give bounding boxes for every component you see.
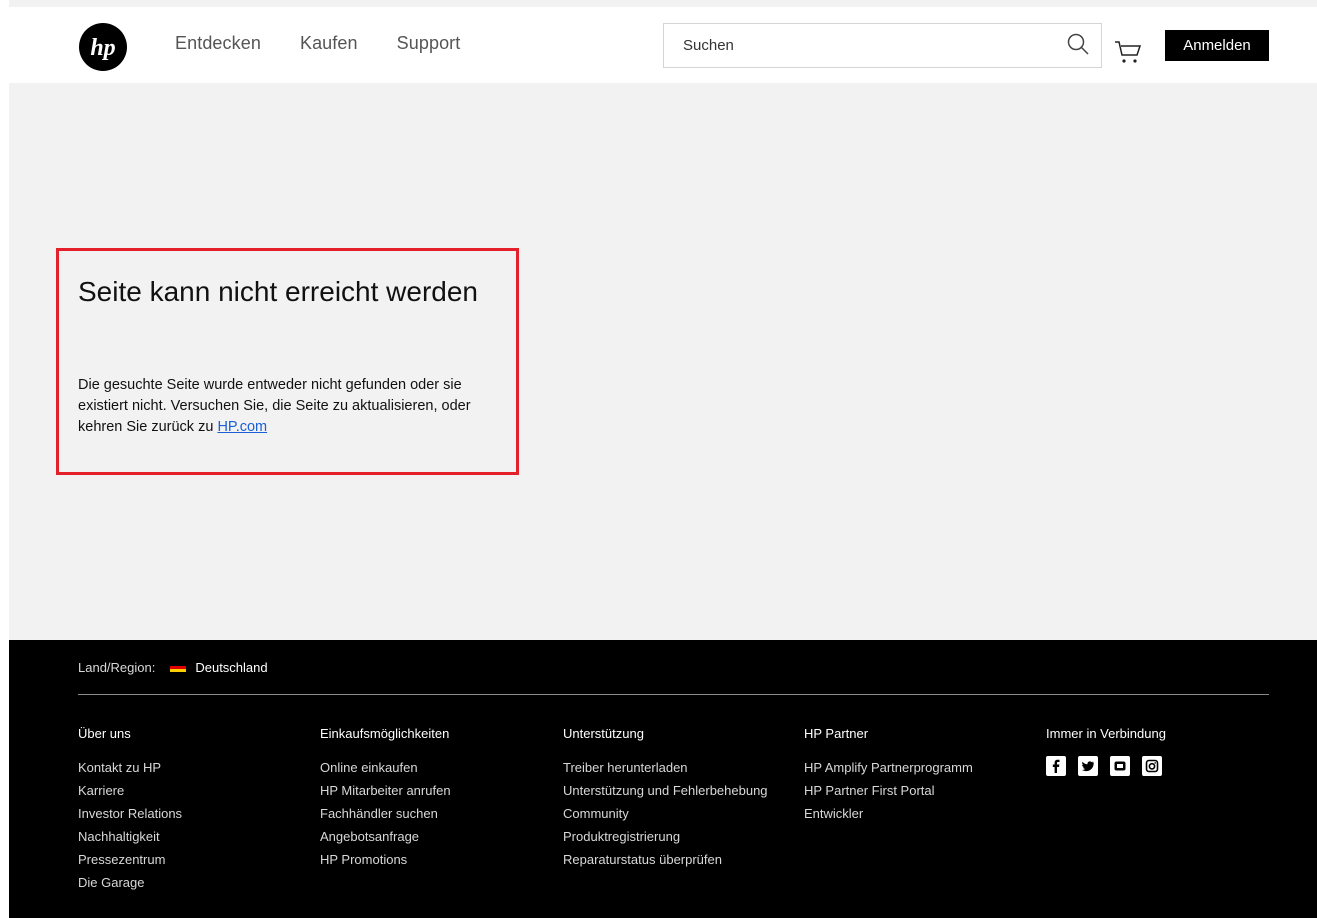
nav-kaufen[interactable]: Kaufen (300, 33, 358, 54)
error-message-box: Seite kann nicht erreicht werden Die ges… (56, 248, 519, 475)
footer-divider (78, 694, 1269, 695)
hp-logo[interactable]: hp (79, 23, 127, 71)
svg-text:hp: hp (90, 35, 115, 61)
footer-link[interactable]: HP Mitarbeiter anrufen (320, 779, 451, 802)
footer-link[interactable]: Reparaturstatus überprüfen (563, 848, 768, 871)
main-content: Seite kann nicht erreicht werden Die ges… (9, 83, 1317, 640)
error-text: Die gesuchte Seite wurde entweder nicht … (78, 377, 471, 435)
social-links (1046, 756, 1166, 776)
germany-flag-icon (170, 663, 187, 672)
footer-column-title: Über uns (78, 726, 131, 741)
footer-link[interactable]: HP Promotions (320, 848, 451, 871)
site-header: hp Entdecken Kaufen Support Anmelden (9, 7, 1317, 83)
footer-column-title: Einkaufsmöglichkeiten (320, 726, 450, 741)
main-nav: Entdecken Kaufen Support (175, 33, 460, 54)
nav-support[interactable]: Support (397, 33, 461, 54)
youtube-icon[interactable] (1110, 756, 1130, 776)
region-label: Land/Region: (78, 660, 156, 675)
footer-column-social: Immer in Verbindung (1046, 726, 1166, 776)
footer-column-partner: HP Partner HP Amplify Partnerprogramm HP… (804, 726, 973, 825)
footer-link[interactable]: Entwickler (804, 802, 973, 825)
footer-link[interactable]: Investor Relations (78, 802, 182, 825)
footer-link[interactable]: Unterstützung und Fehlerbehebung (563, 779, 768, 802)
footer-column-title: Unterstützung (563, 726, 644, 741)
footer-link[interactable]: Nachhaltigkeit (78, 825, 182, 848)
footer-column-support: Unterstützung Treiber herunterladen Unte… (563, 726, 768, 871)
signin-button[interactable]: Anmelden (1165, 30, 1269, 61)
footer-link[interactable]: Kontakt zu HP (78, 756, 182, 779)
footer-link[interactable]: HP Partner First Portal (804, 779, 973, 802)
footer-link[interactable]: Produktregistrierung (563, 825, 768, 848)
footer-link[interactable]: Fachhändler suchen (320, 802, 451, 825)
footer-link[interactable]: Karriere (78, 779, 182, 802)
footer-link[interactable]: Pressezentrum (78, 848, 182, 871)
footer-column-about: Über uns Kontakt zu HP Karriere Investor… (78, 726, 182, 894)
instagram-icon[interactable] (1142, 756, 1162, 776)
twitter-icon[interactable] (1078, 756, 1098, 776)
region-selector: Land/Region: Deutschland (78, 660, 268, 675)
country-link[interactable]: Deutschland (195, 660, 267, 675)
footer-link[interactable]: Angebotsanfrage (320, 825, 451, 848)
footer-link[interactable]: Online einkaufen (320, 756, 451, 779)
footer-link[interactable]: Die Garage (78, 871, 182, 894)
error-description: Die gesuchte Seite wurde entweder nicht … (78, 375, 508, 438)
facebook-icon[interactable] (1046, 756, 1066, 776)
footer-link[interactable]: Community (563, 802, 768, 825)
footer-column-title: HP Partner (804, 726, 869, 741)
search-icon[interactable] (1065, 32, 1091, 58)
error-title: Seite kann nicht erreicht werden (78, 276, 478, 307)
footer-link[interactable]: HP Amplify Partnerprogramm (804, 756, 973, 779)
footer-column-title: Immer in Verbindung (1046, 726, 1166, 741)
cart-icon[interactable] (1113, 37, 1143, 67)
top-strip (9, 0, 1317, 7)
search-box (663, 23, 1102, 68)
search-input[interactable] (664, 24, 1044, 67)
site-footer: Land/Region: Deutschland Über uns Kontak… (9, 640, 1317, 918)
nav-entdecken[interactable]: Entdecken (175, 33, 261, 54)
hp-com-link[interactable]: HP.com (217, 419, 267, 435)
footer-column-shopping: Einkaufsmöglichkeiten Online einkaufen H… (320, 726, 451, 871)
footer-link[interactable]: Treiber herunterladen (563, 756, 768, 779)
